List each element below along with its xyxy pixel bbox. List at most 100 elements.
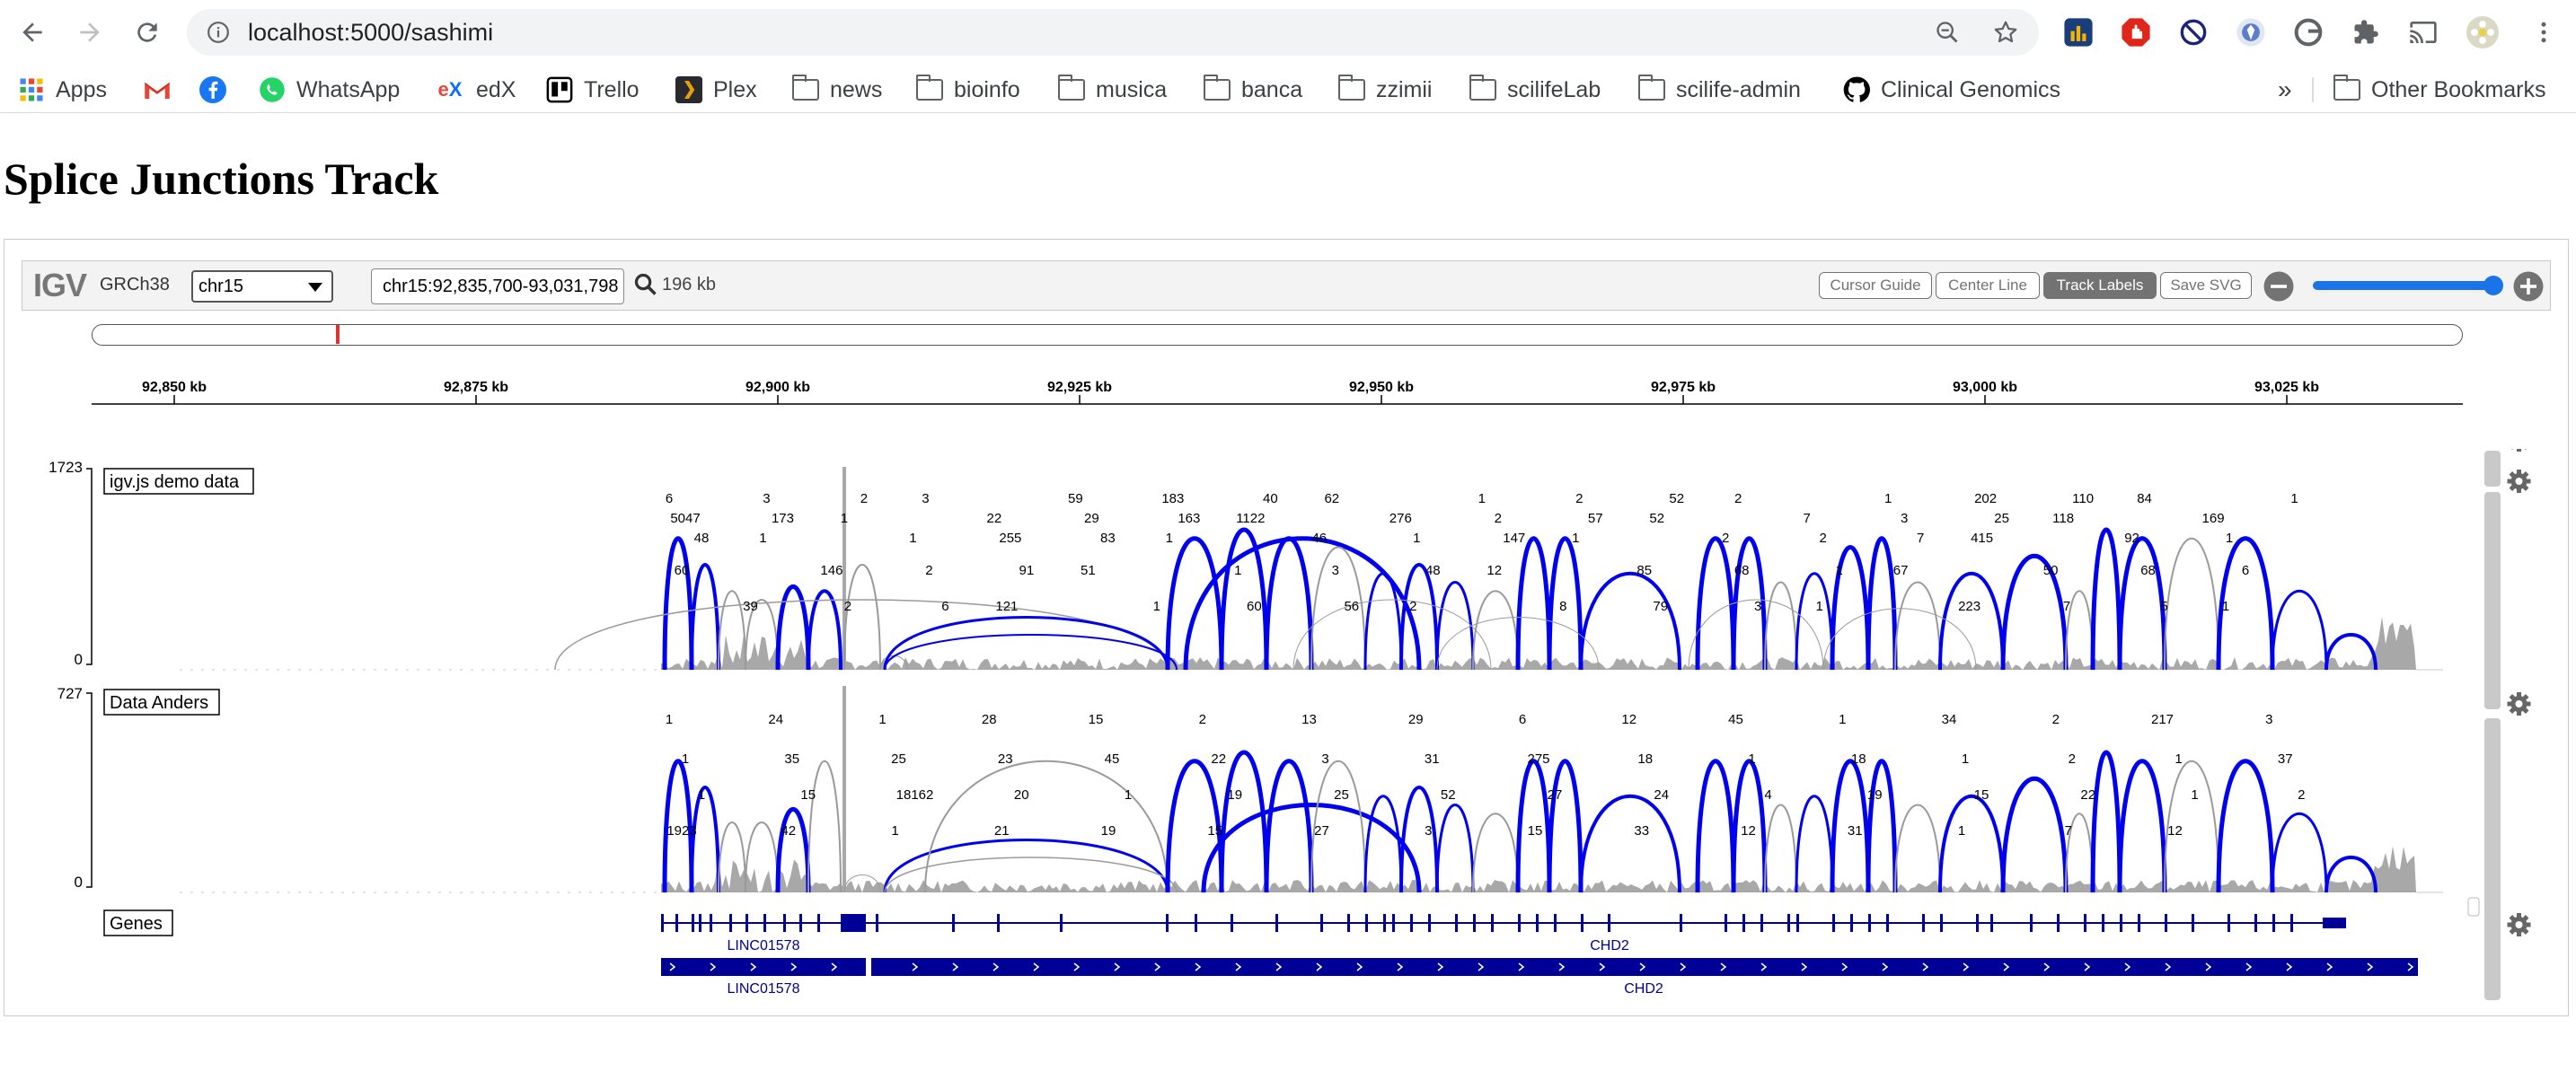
bookmark-edx[interactable]: eX edX: [435, 72, 516, 108]
splice-junction-arc[interactable]: [1472, 590, 1519, 671]
splice-junction-arc[interactable]: [1264, 536, 1314, 671]
junction-count-label: 1: [909, 531, 916, 546]
splice-junction-arc[interactable]: [1894, 581, 1941, 671]
zoom-slider[interactable]: [2313, 281, 2501, 290]
bookmark-folder-news[interactable]: news: [792, 72, 882, 108]
extension-block-icon[interactable]: [2175, 14, 2211, 50]
zoom-out-icon[interactable]: [1935, 20, 1960, 45]
bookmark-folder-scilifelab[interactable]: scilifeLab: [1469, 72, 1601, 108]
bookmark-gmail[interactable]: [144, 72, 181, 108]
splice-junction-arc[interactable]: [1764, 581, 1797, 671]
splice-junction-arc[interactable]: [2000, 777, 2069, 893]
extension-google-icon[interactable]: [2290, 14, 2326, 50]
gene-exon: [1410, 914, 1413, 932]
extension-analytics-icon[interactable]: [2060, 14, 2096, 50]
splice-junction-arc[interactable]: [554, 599, 1169, 671]
bookmark-facebook[interactable]: [199, 72, 237, 108]
bookmark-folder-banca[interactable]: banca: [1204, 72, 1302, 108]
bookmark-folder-bioinfo[interactable]: bioinfo: [916, 72, 1020, 108]
splice-junction-arc[interactable]: [1435, 804, 1475, 893]
extension-shield-icon[interactable]: [2233, 14, 2269, 50]
bookmark-folder-scilife-admin[interactable]: scilife-admin: [1638, 72, 1801, 108]
splice-junction-arc[interactable]: [1695, 536, 1736, 671]
junction-count-label: 1: [2226, 531, 2233, 546]
bookmark-apps[interactable]: Apps: [18, 72, 107, 108]
address-bar[interactable]: localhost:5000/sashimi: [187, 9, 2039, 56]
bookmark-plex[interactable]: Plex: [675, 72, 757, 108]
junction-count-label: 5047: [670, 511, 700, 526]
splice-junction-arc[interactable]: [1695, 759, 1736, 893]
menu-kebab-icon[interactable]: [2526, 14, 2562, 50]
chromosome-select[interactable]: chr15: [191, 270, 333, 303]
search-icon[interactable]: [633, 272, 658, 297]
extensions-puzzle-icon[interactable]: [2348, 14, 2384, 50]
cursor-guide-button[interactable]: Cursor Guide: [1819, 272, 1932, 299]
splice-junction-arc[interactable]: [1547, 759, 1584, 893]
splice-junction-arc[interactable]: [1795, 572, 1834, 671]
bookmark-whatsapp[interactable]: WhatsApp: [259, 72, 400, 108]
gear-icon[interactable]: [2508, 449, 2531, 452]
splice-junction-arc[interactable]: [1165, 536, 1224, 671]
track-drag-handle[interactable]: [2484, 451, 2501, 487]
track-drag-handle[interactable]: [2484, 896, 2501, 1000]
gear-icon[interactable]: [2507, 913, 2531, 936]
bookmark-folder-musica[interactable]: musica: [1058, 72, 1167, 108]
forward-button[interactable]: [70, 13, 110, 52]
star-icon[interactable]: [1992, 19, 2019, 46]
gear-icon[interactable]: [2507, 692, 2531, 716]
save-svg-button[interactable]: Save SVG: [2160, 272, 2252, 299]
bookmark-trello[interactable]: Trello: [546, 72, 640, 108]
splice-junction-arc[interactable]: [1795, 795, 1834, 893]
splice-junction-arc[interactable]: [1292, 599, 1492, 671]
splice-junction-arc[interactable]: [2117, 759, 2167, 893]
splice-junction-arc[interactable]: [662, 536, 694, 671]
splice-junction-arc[interactable]: [807, 760, 842, 893]
back-button[interactable]: [13, 13, 52, 52]
splice-junction-arc[interactable]: [1363, 795, 1403, 893]
track-labels-button[interactable]: Track Labels: [2043, 272, 2157, 299]
junction-count-label: 1: [891, 823, 898, 839]
bookmark-folder-zzimii[interactable]: zzimii: [1338, 72, 1433, 108]
junction-count-label: 25: [891, 751, 906, 767]
splice-junction-arc[interactable]: [1866, 536, 1898, 671]
splice-junction-arc[interactable]: [1866, 759, 1898, 893]
extension-adblock-icon[interactable]: [2118, 14, 2154, 50]
bookmark-clinical-genomics[interactable]: Clinical Genomics: [1843, 72, 2060, 108]
cast-icon[interactable]: [2405, 14, 2441, 50]
splice-junction-arc[interactable]: [2117, 536, 2167, 671]
splice-junction-arc[interactable]: [2271, 589, 2328, 671]
splice-junction-arc[interactable]: [690, 563, 720, 671]
junction-count-label: 2: [1575, 491, 1583, 506]
splice-junction-arc[interactable]: [2216, 759, 2275, 893]
bookmark-other-bookmarks[interactable]: Other Bookmarks: [2333, 72, 2546, 108]
chromosome-ideogram[interactable]: [92, 324, 2463, 346]
splice-junction-arc[interactable]: [2271, 812, 2328, 893]
splice-junction-arc[interactable]: [2090, 527, 2122, 671]
splice-junction-arc[interactable]: [924, 760, 1169, 893]
zoom-out-button-icon[interactable]: [2263, 270, 2295, 303]
splice-junction-arc[interactable]: [1435, 581, 1475, 671]
zoom-in-button-icon[interactable]: [2512, 270, 2545, 303]
splice-junction-arc[interactable]: [1579, 571, 1681, 671]
splice-junction-arc[interactable]: [1938, 795, 2005, 893]
junction-count-label: 202: [1974, 491, 1997, 506]
center-line-button[interactable]: Center Line: [1936, 272, 2040, 299]
profile-avatar-icon[interactable]: [2465, 14, 2501, 50]
track-drag-handle[interactable]: [2484, 492, 2501, 709]
zoom-slider-thumb[interactable]: [2483, 276, 2503, 295]
splice-junction-arc[interactable]: [843, 564, 881, 671]
splice-junction-arc[interactable]: [2164, 537, 2219, 671]
scroll-indicator[interactable]: [2467, 897, 2480, 917]
splice-junction-arc[interactable]: [2090, 750, 2122, 893]
gear-icon[interactable]: [2507, 470, 2531, 493]
bookmarks-overflow-button[interactable]: »: [2278, 72, 2292, 108]
splice-junction-arc[interactable]: [1579, 794, 1681, 893]
splice-junction-arc[interactable]: [1764, 804, 1797, 893]
junction-count-label: 2: [1722, 531, 1729, 546]
reload-button[interactable]: [128, 13, 167, 52]
splice-junction-arc[interactable]: [1515, 536, 1552, 671]
splice-junction-arc[interactable]: [1264, 759, 1314, 893]
splice-junction-arc[interactable]: [1894, 804, 1941, 893]
locus-search-input[interactable]: chr15:92,835,700-93,031,798: [371, 268, 624, 304]
splice-junction-arc[interactable]: [690, 786, 720, 893]
